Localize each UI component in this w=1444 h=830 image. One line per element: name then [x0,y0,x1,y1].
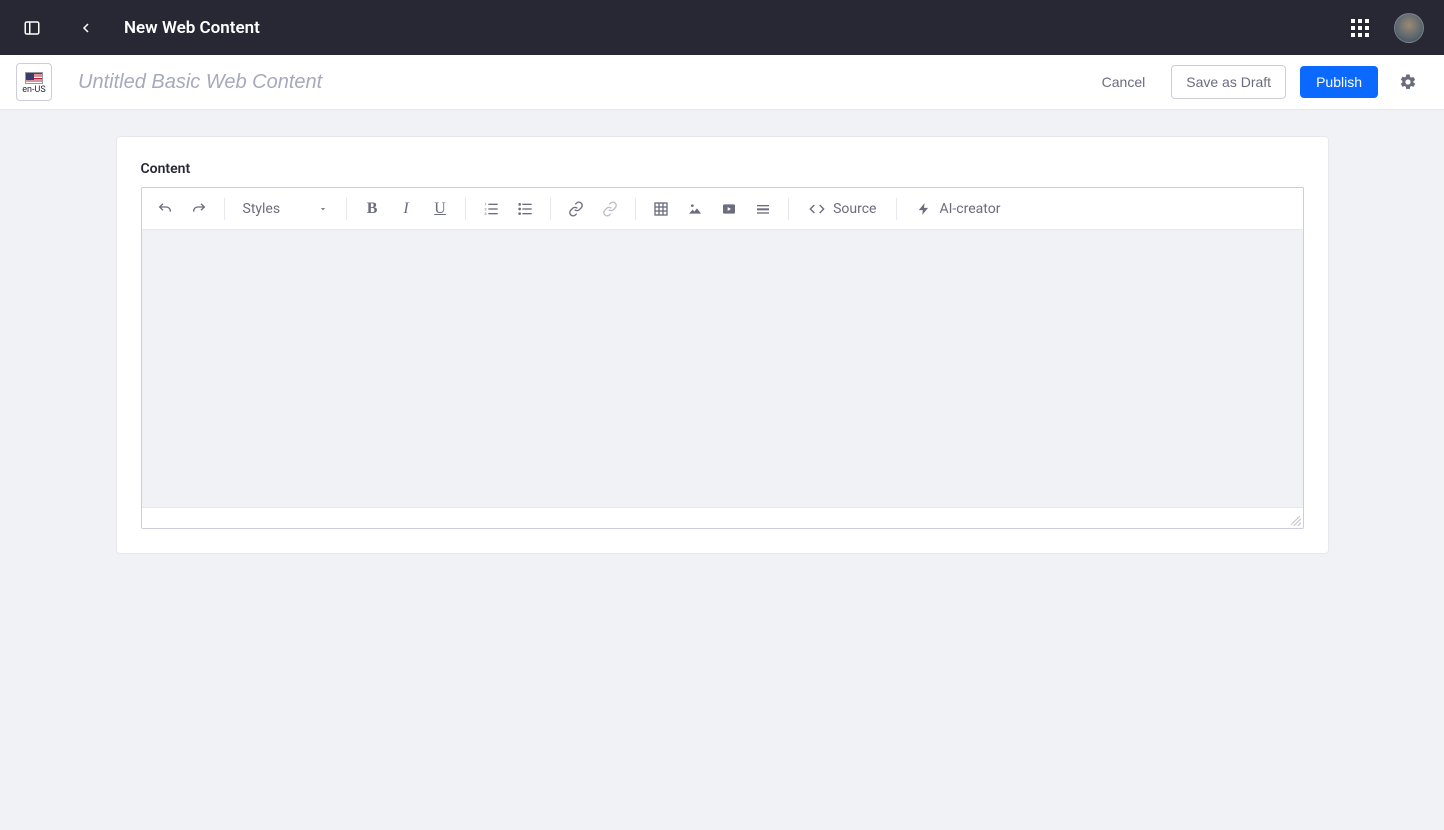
editor-status-bar [142,508,1303,528]
editor-content-area[interactable] [142,230,1303,508]
ai-creator-button[interactable]: AI-creator [907,194,1010,224]
flag-us-icon [25,72,43,84]
publish-button[interactable]: Publish [1300,66,1378,98]
bold-button[interactable]: B [357,194,387,224]
content-body: Content [0,110,1444,580]
video-icon[interactable] [714,194,744,224]
styles-dropdown[interactable]: Styles [235,194,337,224]
chevron-down-icon [318,204,328,214]
table-icon[interactable] [646,194,676,224]
avatar[interactable] [1394,13,1424,43]
page-title: New Web Content [124,18,260,38]
toolbar-separator [635,198,636,220]
apps-grid-icon[interactable] [1344,12,1376,44]
toolbar-separator [224,198,225,220]
source-button[interactable]: Source [799,194,886,224]
locale-label: en-US [22,85,45,95]
header-left: New Web Content [16,12,260,44]
horizontal-rule-icon[interactable] [748,194,778,224]
content-panel: Content [116,136,1329,554]
header-right [1344,12,1424,44]
source-label: Source [833,201,876,217]
gear-icon[interactable] [1392,66,1424,98]
toolbar-separator [550,198,551,220]
resize-handle[interactable] [1291,516,1301,526]
ai-creator-label: AI-creator [939,201,1000,217]
toolbar-separator [896,198,897,220]
rich-text-editor: Styles B I U 1 2 3 [141,187,1304,529]
back-icon[interactable] [70,12,102,44]
lightning-icon [917,202,931,216]
panel-toggle-icon[interactable] [16,12,48,44]
toolbar-separator [788,198,789,220]
svg-text:3: 3 [484,211,486,216]
app-header: New Web Content [0,0,1444,55]
underline-button[interactable]: U [425,194,455,224]
save-draft-button[interactable]: Save as Draft [1171,65,1286,99]
redo-icon[interactable] [184,194,214,224]
styles-dropdown-label: Styles [243,201,281,217]
image-icon[interactable] [680,194,710,224]
header-actions: Cancel Save as Draft Publish [1090,65,1424,99]
cancel-button[interactable]: Cancel [1090,66,1158,98]
code-icon [809,201,825,217]
sub-header: en-US Cancel Save as Draft Publish [0,55,1444,110]
ordered-list-icon[interactable]: 1 2 3 [476,194,506,224]
content-title-input[interactable] [68,65,1074,100]
content-section-label: Content [141,161,1304,177]
editor-toolbar: Styles B I U 1 2 3 [142,188,1303,230]
italic-button[interactable]: I [391,194,421,224]
locale-button[interactable]: en-US [16,63,52,101]
unordered-list-icon[interactable] [510,194,540,224]
link-icon[interactable] [561,194,591,224]
toolbar-separator [465,198,466,220]
toolbar-separator [346,198,347,220]
unlink-icon [595,194,625,224]
undo-icon[interactable] [150,194,180,224]
